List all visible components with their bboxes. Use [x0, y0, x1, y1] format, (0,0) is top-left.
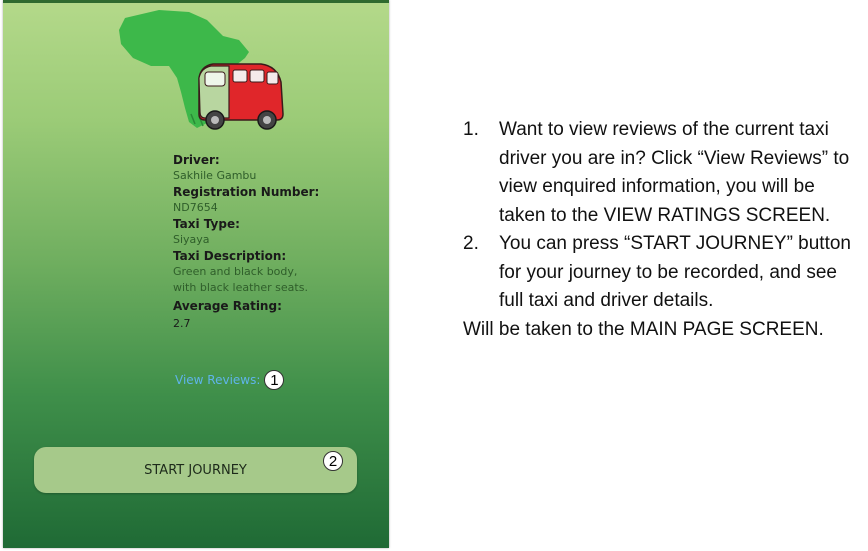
instructions-footer: Will be taken to the MAIN PAGE SCREEN.: [463, 318, 824, 340]
average-rating-value: 2.7: [173, 317, 191, 330]
callout-marker-2: 2: [323, 451, 343, 471]
instruction-item: 1. Want to view reviews of the current t…: [463, 116, 863, 230]
taxi-type-value: Siyaya: [173, 233, 210, 246]
instructions-list: 1. Want to view reviews of the current t…: [463, 116, 863, 316]
status-bar: [3, 0, 389, 3]
registration-label: Registration Number:: [173, 185, 320, 199]
callout-marker-1: 1: [264, 370, 285, 390]
driver-details: Driver: Sakhile Gambu Registration Numbe…: [173, 152, 373, 332]
taxi-type-label: Taxi Type:: [173, 217, 240, 231]
driver-label: Driver:: [173, 153, 220, 167]
instructions-panel: 1. Want to view reviews of the current t…: [463, 116, 863, 344]
taxi-description-value: Green and black body, with black leather…: [173, 265, 308, 294]
instruction-item: 2. You can press “START JOURNEY” button …: [463, 230, 863, 316]
taxi-description-label: Taxi Description:: [173, 249, 287, 263]
driver-value: Sakhile Gambu: [173, 169, 257, 182]
instruction-text: Want to view reviews of the current taxi…: [499, 119, 850, 226]
instruction-number: 2.: [463, 233, 479, 254]
instruction-number: 1.: [463, 119, 479, 140]
registration-value: ND7654: [173, 201, 218, 214]
africa-taxi-logo: [119, 10, 284, 130]
taxi-icon: [198, 63, 284, 130]
instruction-text: You can press “START JOURNEY” button for…: [499, 233, 852, 311]
phone-screen: Driver: Sakhile Gambu Registration Numbe…: [3, 0, 389, 548]
start-journey-button[interactable]: START JOURNEY: [34, 447, 357, 493]
average-rating-label: Average Rating:: [173, 299, 282, 313]
view-reviews-link[interactable]: View Reviews:: [175, 373, 260, 387]
view-reviews-row: View Reviews: 1: [175, 369, 285, 391]
